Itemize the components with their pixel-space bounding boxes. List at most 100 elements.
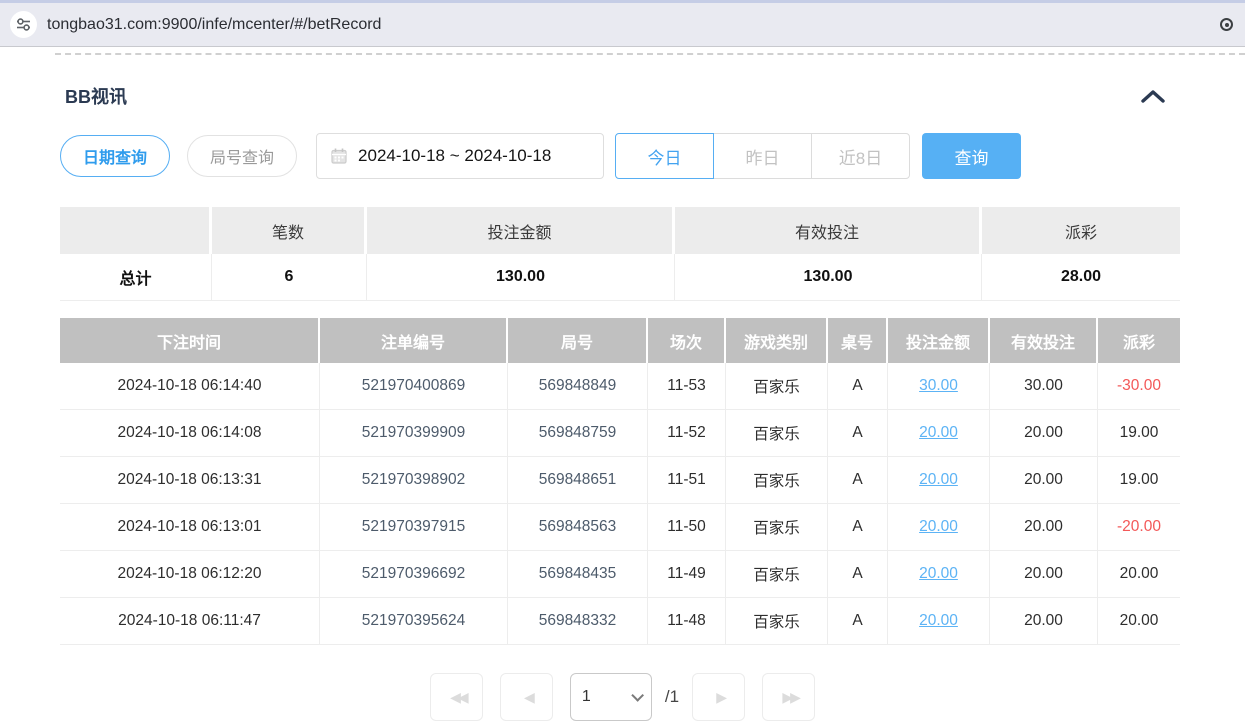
filter-row: 日期查询 局号查询 2024-10-18 ~ 2024-10-18 今日 昨日 … xyxy=(60,133,1180,179)
bet-amount-link[interactable]: 20.00 xyxy=(919,612,958,629)
date-range-input[interactable]: 2024-10-18 ~ 2024-10-18 xyxy=(316,133,604,179)
records-header-cell: 派彩 xyxy=(1098,318,1180,363)
summary-value-cell: 130.00 xyxy=(367,254,675,301)
cell-table-no: A xyxy=(828,410,888,457)
cell-time: 2024-10-18 06:14:40 xyxy=(60,363,320,410)
cell-round-no: 569848563 xyxy=(508,504,648,551)
cell-table-no: A xyxy=(828,598,888,645)
cell-session: 11-48 xyxy=(648,598,726,645)
cell-time: 2024-10-18 06:14:08 xyxy=(60,410,320,457)
last-page-button[interactable]: ▶▶ xyxy=(762,673,815,721)
cell-table-no: A xyxy=(828,551,888,598)
url-text[interactable]: tongbao31.com:9900/infe/mcenter/#/betRec… xyxy=(47,16,1210,34)
table-row: 2024-10-18 06:13:01521970397915569848563… xyxy=(60,504,1180,551)
summary-value-cell: 6 xyxy=(212,254,367,301)
cell-payout: 19.00 xyxy=(1098,410,1180,457)
table-row: 2024-10-18 06:14:40521970400869569848849… xyxy=(60,363,1180,410)
bet-records-table: 下注时间注单编号局号场次游戏类别桌号投注金额有效投注派彩 2024-10-18 … xyxy=(60,318,1180,645)
cell-table-no: A xyxy=(828,363,888,410)
date-range-value: 2024-10-18 ~ 2024-10-18 xyxy=(358,146,551,166)
cell-bet-amount: 30.00 xyxy=(888,363,990,410)
chevron-down-icon xyxy=(631,689,644,702)
cell-round-no: 569848332 xyxy=(508,598,648,645)
records-header-cell: 注单编号 xyxy=(320,318,508,363)
cell-payout: 19.00 xyxy=(1098,457,1180,504)
cell-bet-amount: 20.00 xyxy=(888,598,990,645)
cell-bet-no: 521970399909 xyxy=(320,410,508,457)
cell-bet-no: 521970397915 xyxy=(320,504,508,551)
bet-amount-link[interactable]: 20.00 xyxy=(919,471,958,488)
table-row: 2024-10-18 06:13:31521970398902569848651… xyxy=(60,457,1180,504)
cell-round-no: 569848849 xyxy=(508,363,648,410)
bet-amount-link[interactable]: 20.00 xyxy=(919,565,958,582)
cell-valid-amount: 20.00 xyxy=(990,504,1098,551)
bet-amount-link[interactable]: 20.00 xyxy=(919,518,958,535)
cell-bet-no: 521970395624 xyxy=(320,598,508,645)
summary-value-cell: 130.00 xyxy=(675,254,982,301)
cell-game: 百家乐 xyxy=(726,457,828,504)
prev-page-button[interactable]: ◀ xyxy=(500,673,553,721)
next-page-button[interactable]: ▶ xyxy=(692,673,745,721)
cell-bet-no: 521970398902 xyxy=(320,457,508,504)
collapse-chevron-icon[interactable] xyxy=(1140,88,1166,104)
summary-total-row: 总计6130.00130.0028.00 xyxy=(60,254,1180,301)
browser-url-bar: tongbao31.com:9900/infe/mcenter/#/betRec… xyxy=(0,0,1245,47)
cell-payout: 20.00 xyxy=(1098,598,1180,645)
cell-round-no: 569848651 xyxy=(508,457,648,504)
cell-session: 11-50 xyxy=(648,504,726,551)
bet-amount-link[interactable]: 20.00 xyxy=(919,424,958,441)
round-query-tab[interactable]: 局号查询 xyxy=(187,135,297,177)
cell-game: 百家乐 xyxy=(726,598,828,645)
pagination: ◀◀ ◀ 1 /1 ▶ ▶▶ xyxy=(60,673,1185,721)
summary-header-cell: 有效投注 xyxy=(675,207,982,254)
cell-payout: -20.00 xyxy=(1098,504,1180,551)
cell-game: 百家乐 xyxy=(726,504,828,551)
records-header-row: 下注时间注单编号局号场次游戏类别桌号投注金额有效投注派彩 xyxy=(60,318,1180,363)
site-settings-icon[interactable] xyxy=(10,11,37,38)
cell-round-no: 569848759 xyxy=(508,410,648,457)
cell-game: 百家乐 xyxy=(726,363,828,410)
cell-bet-amount: 20.00 xyxy=(888,457,990,504)
records-header-cell: 有效投注 xyxy=(990,318,1098,363)
quick-range-group: 今日 昨日 近8日 xyxy=(615,133,910,179)
cell-valid-amount: 20.00 xyxy=(990,410,1098,457)
summary-header-cell: 投注金额 xyxy=(367,207,675,254)
records-header-cell: 桌号 xyxy=(828,318,888,363)
bet-amount-link[interactable]: 30.00 xyxy=(919,377,958,394)
records-header-cell: 投注金额 xyxy=(888,318,990,363)
search-button[interactable]: 查询 xyxy=(922,133,1021,179)
cell-valid-amount: 20.00 xyxy=(990,457,1098,504)
quick-range-last8days[interactable]: 近8日 xyxy=(811,133,910,179)
page-total-label: /1 xyxy=(665,687,679,707)
records-header-cell: 游戏类别 xyxy=(726,318,828,363)
quick-range-yesterday[interactable]: 昨日 xyxy=(713,133,812,179)
cell-round-no: 569848435 xyxy=(508,551,648,598)
summary-value-cell: 28.00 xyxy=(982,254,1180,301)
cell-time: 2024-10-18 06:11:47 xyxy=(60,598,320,645)
first-page-button[interactable]: ◀◀ xyxy=(430,673,483,721)
tune-icon-glyph xyxy=(16,17,31,32)
cell-payout: 20.00 xyxy=(1098,551,1180,598)
page-select-dropdown[interactable]: 1 xyxy=(570,673,652,721)
table-row: 2024-10-18 06:12:20521970396692569848435… xyxy=(60,551,1180,598)
dashed-separator xyxy=(55,53,1245,55)
cell-time: 2024-10-18 06:13:01 xyxy=(60,504,320,551)
cell-time: 2024-10-18 06:12:20 xyxy=(60,551,320,598)
cell-payout: -30.00 xyxy=(1098,363,1180,410)
calendar-icon xyxy=(330,147,348,165)
bet-record-panel: BB视讯 日期查询 局号查询 2024-10-18 ~ 2024-10-18 今… xyxy=(0,83,1245,721)
cell-valid-amount: 30.00 xyxy=(990,363,1098,410)
cell-bet-amount: 20.00 xyxy=(888,504,990,551)
cell-valid-amount: 20.00 xyxy=(990,551,1098,598)
cell-bet-no: 521970400869 xyxy=(320,363,508,410)
cell-table-no: A xyxy=(828,457,888,504)
quick-range-today[interactable]: 今日 xyxy=(615,133,714,179)
cell-time: 2024-10-18 06:13:31 xyxy=(60,457,320,504)
target-icon[interactable] xyxy=(1220,18,1233,31)
cell-session: 11-51 xyxy=(648,457,726,504)
records-header-cell: 下注时间 xyxy=(60,318,320,363)
date-query-tab[interactable]: 日期查询 xyxy=(60,135,170,177)
cell-bet-no: 521970396692 xyxy=(320,551,508,598)
summary-header-cell: 派彩 xyxy=(982,207,1180,254)
cell-session: 11-52 xyxy=(648,410,726,457)
